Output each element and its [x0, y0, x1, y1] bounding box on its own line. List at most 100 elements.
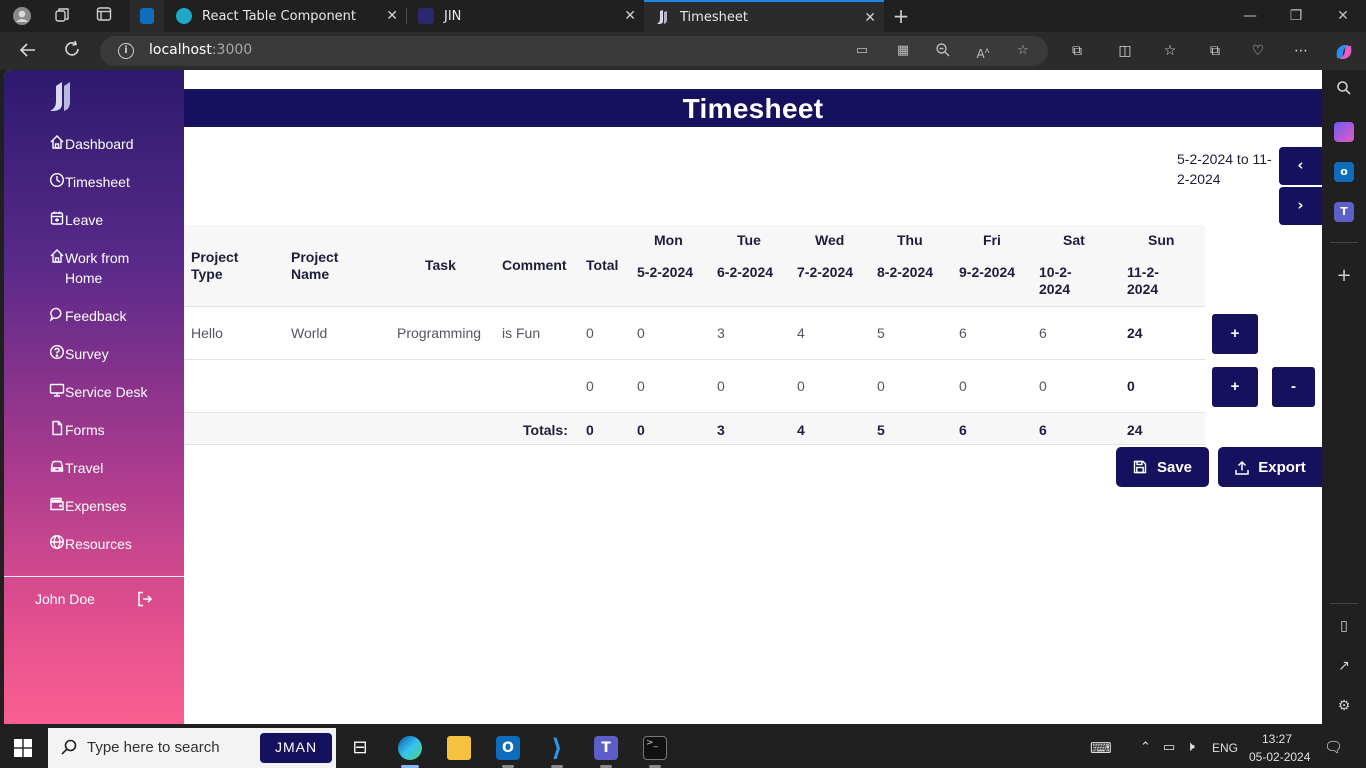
sidebar-item-dashboard[interactable]: Dashboard — [49, 134, 179, 155]
cell-hours[interactable]: 0 — [717, 378, 725, 394]
sidebar-item-survey[interactable]: Survey — [49, 344, 179, 365]
terminal-icon[interactable]: >_ — [643, 736, 667, 760]
cell-hours[interactable]: 0 — [637, 378, 645, 394]
workspaces-icon[interactable] — [52, 6, 72, 26]
cell-hours[interactable]: 0 — [637, 325, 645, 341]
vscode-icon[interactable]: ⟩ — [545, 736, 569, 760]
taskbar-search-box[interactable]: Type here to search JMAN — [48, 728, 336, 768]
cell-project-name[interactable]: World — [291, 325, 327, 341]
app-available-icon[interactable]: ▭ — [852, 42, 872, 60]
outlook-icon[interactable]: o — [1334, 162, 1354, 182]
cell-hours[interactable]: 6 — [1039, 325, 1047, 341]
cell-hours[interactable]: 0 — [1039, 378, 1047, 394]
split-screen-icon[interactable]: ◫ — [1115, 41, 1135, 61]
teams-icon[interactable]: T — [1334, 202, 1354, 222]
next-week-button[interactable]: › — [1279, 187, 1322, 225]
jman-logo-icon[interactable] — [48, 78, 74, 112]
edge-browser-icon[interactable] — [398, 736, 422, 760]
table-row[interactable]: 0 0 0 0 0 0 0 0 — [184, 360, 1205, 413]
tab-timesheet[interactable]: Timesheet ✕ — [644, 0, 884, 32]
windows-start-icon[interactable] — [14, 739, 32, 757]
sidebar-item-forms[interactable]: Forms — [49, 420, 179, 441]
sidebar-item-feedback[interactable]: Feedback — [49, 306, 179, 327]
language-indicator[interactable]: ENG — [1212, 741, 1238, 755]
sidebar-item-timesheet[interactable]: Timesheet — [49, 172, 179, 193]
jman-search-highlight[interactable]: JMAN — [260, 733, 332, 763]
page-viewport: Dashboard Timesheet Leave Work from Home… — [4, 70, 1322, 724]
add-app-icon[interactable]: + — [1334, 266, 1354, 286]
address-bar[interactable]: i localhost:3000 ▭ ▦ Aʌ ☆ — [100, 36, 1048, 66]
restore-icon[interactable]: ❐ — [1286, 6, 1306, 26]
sidebar-item-expenses[interactable]: Expenses — [49, 496, 179, 517]
notifications-icon[interactable]: 🗨 — [1324, 738, 1343, 756]
copilot-icon[interactable] — [1333, 41, 1355, 61]
cell-hours[interactable]: 5 — [877, 325, 885, 341]
cell-task[interactable]: Programming — [397, 325, 481, 341]
clock-time[interactable]: 13:27 — [1262, 732, 1292, 746]
extensions-icon[interactable]: ⧉ — [1067, 41, 1087, 61]
sidebar-item-work-from-home[interactable]: Work from Home — [49, 248, 179, 288]
save-button[interactable]: Save — [1116, 447, 1209, 487]
file-explorer-icon[interactable] — [447, 736, 471, 760]
zoom-icon[interactable] — [933, 42, 953, 60]
tab-outlook-pinned[interactable] — [130, 0, 164, 32]
close-icon[interactable]: ✕ — [864, 10, 876, 26]
refresh-icon[interactable] — [61, 40, 83, 62]
site-info-icon[interactable]: i — [118, 43, 134, 59]
cell-hours[interactable]: 0 — [1127, 378, 1135, 394]
cell-project-type[interactable]: Hello — [191, 325, 223, 341]
cell-hours[interactable]: 0 — [797, 378, 805, 394]
cell-hours[interactable]: 0 — [959, 378, 967, 394]
show-hidden-icons-chevron-up-icon[interactable]: ⌃ — [1140, 739, 1151, 755]
tab-jin[interactable]: JIN ✕ — [408, 0, 644, 32]
network-icon[interactable]: ▭ — [1163, 739, 1175, 755]
sidebar-item-travel[interactable]: Travel — [49, 458, 179, 479]
favorite-star-icon[interactable]: ☆ — [1013, 42, 1033, 60]
sidebar-item-leave[interactable]: Leave — [49, 210, 179, 231]
close-icon[interactable]: ✕ — [624, 8, 636, 24]
settings-gear-icon[interactable]: ⚙ — [1334, 696, 1354, 716]
profile-avatar-icon[interactable] — [12, 6, 32, 26]
search-icon[interactable] — [1334, 80, 1354, 100]
tab-divider — [406, 8, 407, 24]
previous-week-button[interactable]: ‹ — [1279, 147, 1322, 185]
cell-comment[interactable]: is Fun — [502, 325, 540, 341]
cell-hours[interactable]: 3 — [717, 325, 725, 341]
window-close-icon[interactable]: ✕ — [1333, 6, 1353, 26]
teams-icon[interactable]: T — [594, 736, 618, 760]
close-icon[interactable]: ✕ — [386, 8, 398, 24]
browser-essentials-icon[interactable]: ♡ — [1248, 41, 1268, 61]
logout-icon[interactable] — [136, 590, 154, 608]
cell-hours[interactable]: 6 — [959, 325, 967, 341]
read-aloud-icon[interactable]: Aʌ — [973, 42, 993, 61]
new-tab-icon[interactable]: + — [891, 6, 911, 26]
grid-app-icon[interactable]: ▦ — [893, 42, 913, 60]
task-view-icon[interactable]: ⊟ — [348, 736, 372, 760]
cell-hours[interactable]: 0 — [877, 378, 885, 394]
collections-icon[interactable]: ⧉ — [1205, 41, 1225, 61]
back-icon[interactable] — [17, 40, 39, 62]
header-day: Sat — [1063, 232, 1085, 248]
add-row-button[interactable]: + — [1212, 314, 1258, 354]
sidebar-item-service-desk[interactable]: Service Desk — [49, 382, 179, 403]
tab-react-table[interactable]: React Table Component ✕ — [166, 0, 406, 32]
more-menu-icon[interactable]: ⋯ — [1291, 41, 1311, 61]
clock-date[interactable]: 05-02-2024 — [1249, 750, 1310, 764]
remove-row-button[interactable]: - — [1272, 367, 1315, 407]
volume-muted-icon[interactable]: 🕨 — [1186, 738, 1195, 755]
add-row-button[interactable]: + — [1212, 367, 1258, 407]
export-button[interactable]: Export — [1218, 447, 1322, 487]
url-text[interactable]: localhost:3000 — [149, 42, 252, 58]
touch-keyboard-icon[interactable]: ⌨ — [1090, 739, 1112, 757]
copilot-app-icon[interactable] — [1334, 122, 1354, 142]
cell-hours[interactable]: 24 — [1127, 325, 1143, 341]
external-link-icon[interactable]: ↗ — [1334, 656, 1354, 676]
table-row[interactable]: Hello World Programming is Fun 0 0 3 4 5… — [184, 307, 1205, 360]
minimize-icon[interactable]: — — [1240, 6, 1260, 26]
outlook-icon[interactable]: O — [496, 736, 520, 760]
hide-sidebar-icon[interactable]: ▯ — [1334, 616, 1354, 636]
tab-actions-icon[interactable] — [94, 6, 114, 26]
favorites-icon[interactable]: ☆ — [1160, 41, 1180, 61]
sidebar-item-resources[interactable]: Resources — [49, 534, 179, 555]
cell-hours[interactable]: 4 — [797, 325, 805, 341]
